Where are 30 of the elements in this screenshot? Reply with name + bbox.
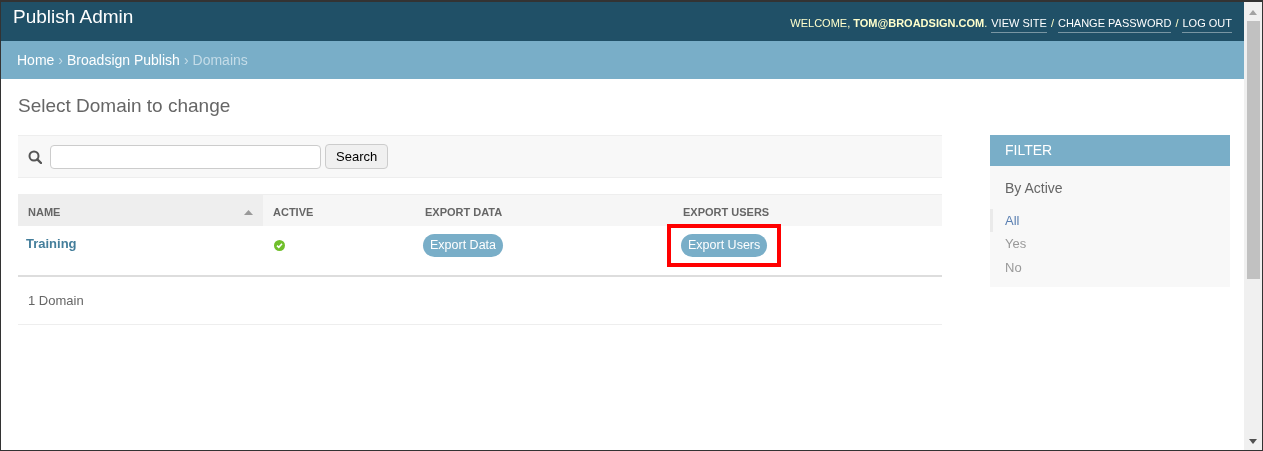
name-link[interactable]: Training	[26, 235, 77, 251]
sort-arrow-icon[interactable]	[244, 210, 253, 216]
user-link[interactable]: VIEW SITE	[991, 15, 1047, 33]
filter-option[interactable]: All	[990, 208, 1230, 233]
page-title: Select Domain to change	[18, 95, 232, 118]
breadcrumb-separator: ›	[183, 50, 189, 70]
filter-option[interactable]: Yes	[990, 232, 1230, 256]
column-header[interactable]: EXPORT USERS	[673, 194, 942, 226]
filter-section-title: By Active	[1005, 178, 1064, 198]
column-header[interactable]: EXPORT DATA	[415, 194, 673, 226]
user-link[interactable]: CHANGE PASSWORD	[1057, 15, 1172, 33]
column-header[interactable]: ACTIVE	[263, 194, 415, 226]
search-field[interactable]	[50, 144, 321, 169]
breadcrumb-current: Domains	[192, 50, 248, 70]
site-title: Publish Admin	[13, 5, 134, 29]
scrollbar[interactable]	[1244, 2, 1262, 450]
user-link[interactable]: LOG OUT	[1182, 15, 1232, 33]
search-button[interactable]: Search	[325, 143, 389, 170]
welcome-text: WELCOME, TOM@BROADSIGN.COM.	[790, 16, 988, 31]
scroll-thumb[interactable]	[1246, 21, 1260, 279]
filter-title: FILTER	[990, 134, 1230, 166]
separator-text: /	[1050, 16, 1054, 31]
result-count: 1 Domain	[18, 276, 942, 326]
column-header[interactable]: NAME	[18, 194, 263, 226]
filter-option[interactable]: No	[990, 255, 1230, 280]
scroll-down-icon[interactable]	[1249, 439, 1257, 444]
search-icon	[28, 149, 42, 164]
separator-text: /	[1175, 16, 1179, 31]
breadcrumb-separator: ›	[58, 50, 64, 70]
scroll-up-icon[interactable]	[1249, 10, 1257, 15]
